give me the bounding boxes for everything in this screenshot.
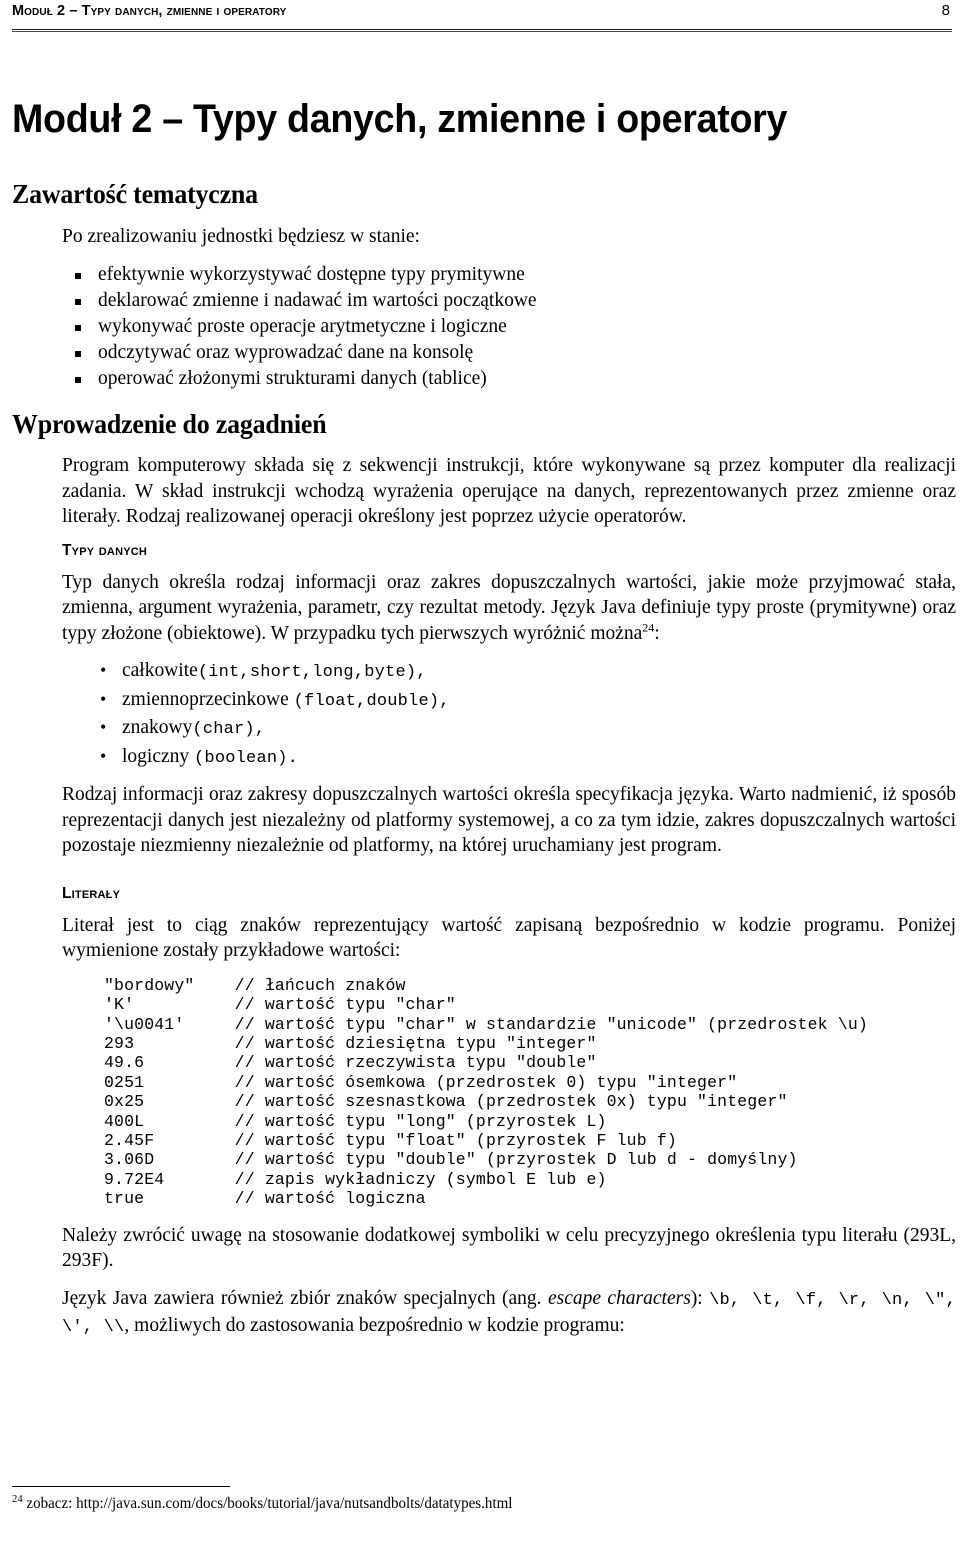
primitive-types-list: całkowite(int,short,long,byte), zmiennop… — [12, 657, 956, 773]
page-title: Moduł 2 – Typy danych, zmienne i operato… — [12, 97, 788, 141]
escape-text-post: , możliwych do zastosowania bezpośrednio… — [124, 1315, 625, 1337]
footnote-text: zobacz: http://java.sun.com/docs/books/t… — [26, 1495, 513, 1512]
list-item: odczytywać oraz wyprowadzać dane na kons… — [62, 340, 956, 366]
list-item: wykonywać proste operacje arytmetyczne i… — [62, 314, 956, 340]
escape-text-pre: Język Java zawiera również zbiór znaków … — [62, 1287, 548, 1309]
subsection-heading-typy-danych: Typy danych — [62, 541, 148, 559]
header-page-number: 8 — [941, 2, 950, 19]
list-item: efektywnie wykorzystywać dostępne typy p… — [62, 262, 956, 288]
escape-characters-paragraph: Język Java zawiera również zbiór znaków … — [12, 1286, 956, 1341]
type-code: (float,double), — [293, 691, 450, 711]
objectives-list: efektywnie wykorzystywać dostępne typy p… — [12, 262, 956, 392]
document-content: Moduł 2 – Typy danych, zmienne i operato… — [12, 98, 956, 1341]
list-item: znakowy(char), — [100, 714, 956, 744]
list-item: logiczny (boolean). — [100, 743, 956, 773]
typy-danych-text: Typ danych określa rodzaj informacji ora… — [62, 571, 956, 644]
type-code: (int,short,long,byte), — [197, 663, 427, 683]
footnote-entry: 24 zobacz: http://java.sun.com/docs/book… — [12, 1492, 928, 1513]
typy-danych-paragraph: Typ danych określa rodzaj informacji ora… — [12, 570, 956, 647]
section-heading-wprowadzenie: Wprowadzenie do zagadnień — [12, 408, 327, 439]
header-row: Moduł 2 – Typy danych, zmienne i operato… — [12, 2, 952, 28]
type-label: znakowy — [122, 717, 193, 739]
type-label: całkowite — [122, 660, 198, 682]
type-code: (char), — [192, 720, 266, 740]
section-heading-zawartosc: Zawartość tematyczna — [12, 179, 258, 210]
literals-code-block: "bordowy" // łańcuch znaków 'K' // warto… — [104, 975, 868, 1209]
footnote-marker: 24 — [642, 620, 655, 635]
footnote-separator — [12, 1486, 230, 1487]
list-item: deklarować zmienne i nadawać im wartości… — [62, 288, 956, 314]
page-header: Moduł 2 – Typy danych, zmienne i operato… — [12, 2, 952, 36]
escape-text-mid: ): — [690, 1287, 710, 1309]
escape-characters-term: escape characters — [547, 1287, 691, 1309]
literaly-note-paragraph: Należy zwrócić uwagę na stosowanie dodat… — [62, 1224, 956, 1272]
header-divider — [12, 29, 952, 32]
type-label: zmiennoprzecinkowe — [122, 688, 289, 710]
type-label: logiczny — [122, 745, 190, 767]
list-item: operować złożonymi strukturami danych (t… — [62, 366, 956, 392]
typy-danych-paragraph-after: Rodzaj informacji oraz zakresy dopuszcza… — [62, 784, 956, 857]
zawartosc-intro: Po zrealizowaniu jednostki będziesz w st… — [62, 226, 420, 248]
type-code: (boolean). — [194, 748, 299, 768]
typy-danych-colon: : — [654, 622, 660, 644]
literaly-paragraph: Literał jest to ciąg znaków reprezentują… — [62, 914, 956, 962]
header-running-title: Moduł 2 – Typy danych, zmienne i operato… — [12, 3, 287, 19]
list-item: zmiennoprzecinkowe (float,double), — [100, 686, 956, 716]
wprowadzenie-paragraph: Program komputerowy składa się z sekwenc… — [62, 455, 956, 528]
footnote-area: 24 zobacz: http://java.sun.com/docs/book… — [12, 1486, 956, 1513]
footnote-number: 24 — [12, 1492, 23, 1505]
list-item: całkowite(int,short,long,byte), — [100, 657, 956, 687]
subsection-heading-literaly: Literały — [62, 884, 121, 902]
